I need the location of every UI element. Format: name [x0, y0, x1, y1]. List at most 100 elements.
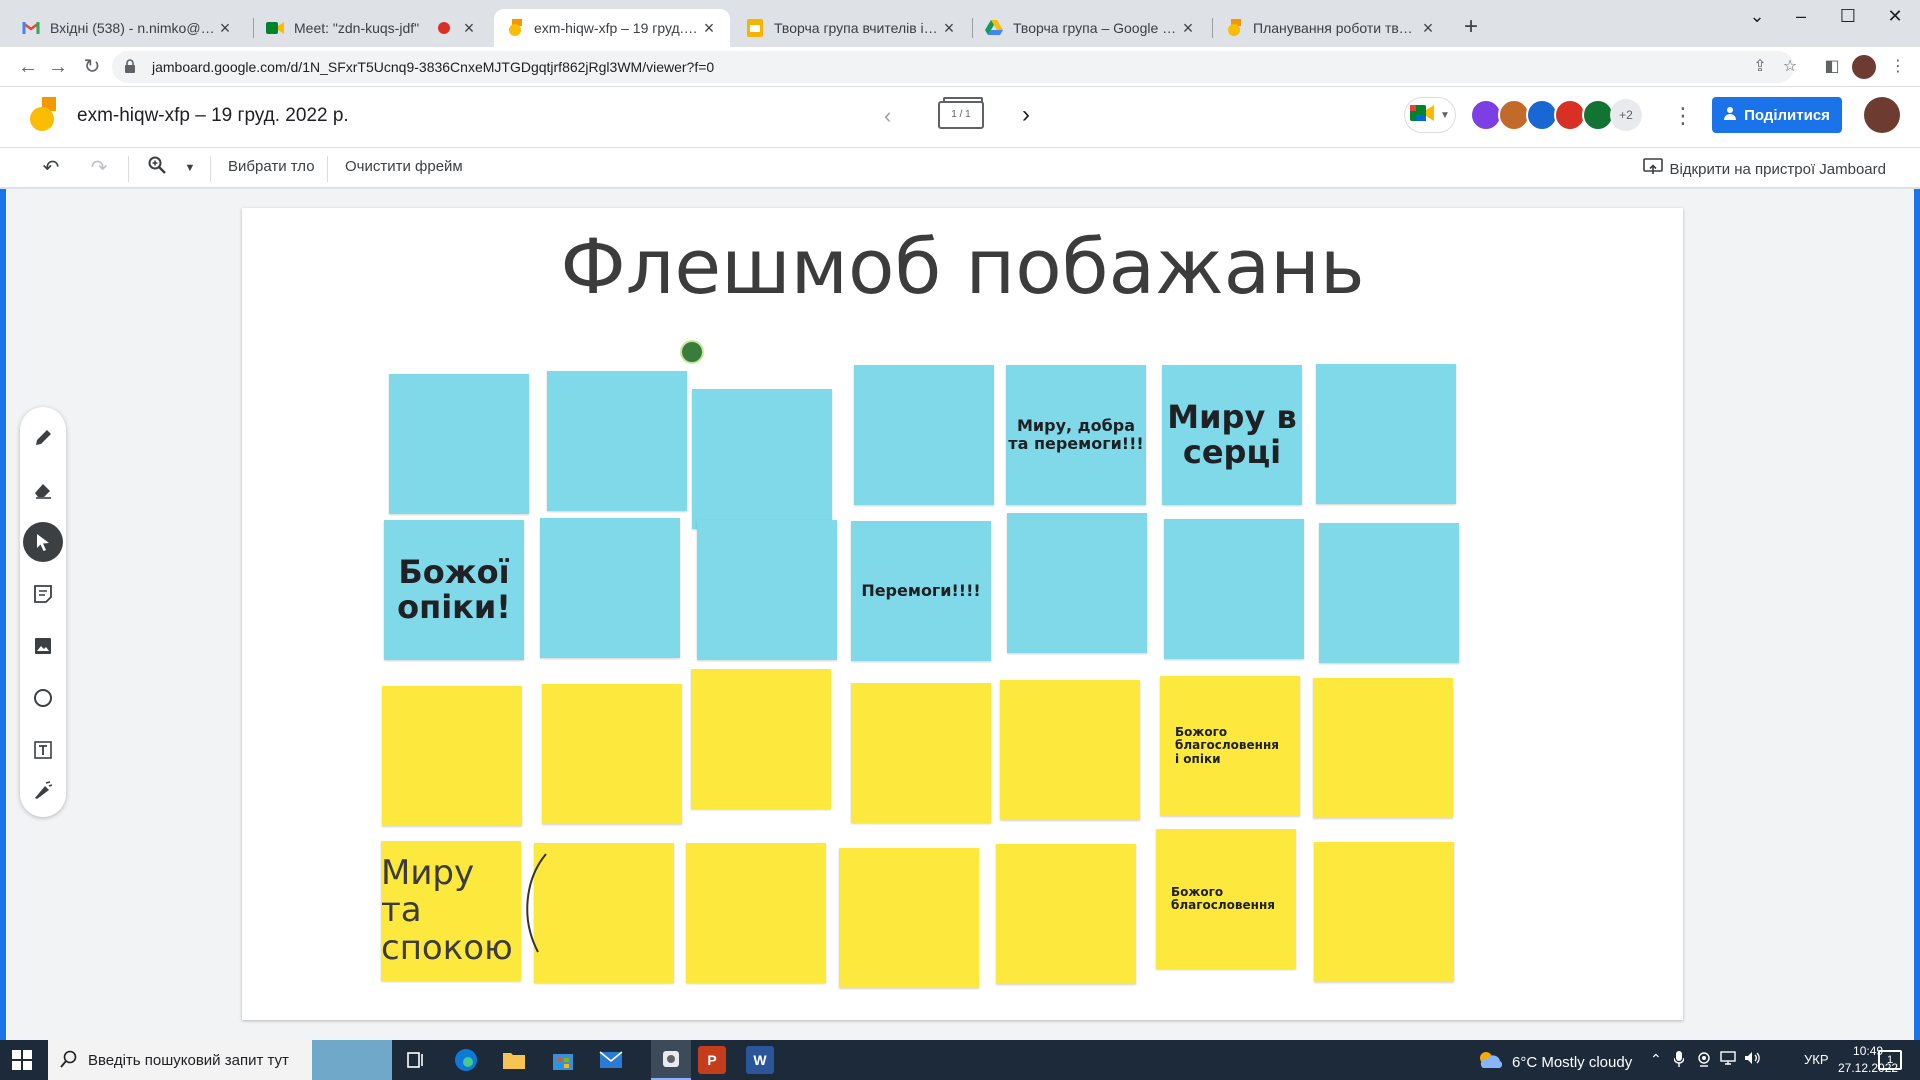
jam-frame[interactable]: Флешмоб побажань Миру, добра та перемоги… — [242, 208, 1683, 1020]
sticky-note-yellow[interactable] — [534, 843, 674, 983]
share-button[interactable]: Поділитися — [1712, 97, 1842, 133]
sticky-note-yellow[interactable] — [1000, 680, 1140, 820]
close-tab-icon[interactable]: × — [1419, 19, 1437, 37]
windows-start-icon[interactable] — [12, 1050, 32, 1070]
sticky-note-yellow[interactable] — [686, 843, 826, 983]
file-explorer-icon[interactable] — [500, 1046, 528, 1074]
notification-center-icon[interactable]: 1 — [1878, 1050, 1902, 1070]
taskbar-search-box[interactable]: Введіть пошуковий запит тут — [48, 1040, 392, 1080]
frame-counter[interactable]: 1 / 1 — [938, 97, 984, 129]
sticky-note-yellow[interactable] — [542, 684, 682, 824]
powerpoint-icon[interactable]: P — [698, 1046, 726, 1074]
network-icon[interactable] — [1720, 1051, 1736, 1068]
tab-jamboard-planning[interactable]: Планування роботи творчої гру × — [1213, 9, 1449, 47]
edge-browser-icon[interactable] — [452, 1046, 480, 1074]
sticky-note-blue[interactable] — [1316, 364, 1456, 504]
clear-frame-button[interactable]: Очистити фрейм — [345, 158, 463, 175]
bookmark-star-icon[interactable]: ☆ — [1778, 55, 1802, 79]
circle-shape-icon[interactable] — [26, 681, 60, 715]
open-on-device-button[interactable]: Відкрити на пристрої Jamboard — [1643, 158, 1886, 180]
sticky-note-yellow[interactable] — [996, 844, 1136, 984]
browser-menu-icon[interactable]: ⋮ — [1886, 55, 1910, 79]
tab-slides[interactable]: Творча група вчителів інформа × — [734, 9, 970, 47]
close-window-button[interactable]: ✕ — [1872, 6, 1918, 32]
sticky-note-yellow[interactable] — [1314, 842, 1454, 982]
weather-widget[interactable]: 6°C Mostly cloudy — [1478, 1051, 1632, 1073]
minimize-button[interactable]: – — [1778, 6, 1824, 32]
sticky-note-blue[interactable]: Миру, добра та перемоги!!! — [1006, 365, 1146, 505]
sticky-note-icon[interactable] — [26, 577, 60, 611]
close-tab-icon[interactable]: × — [460, 19, 478, 37]
image-icon[interactable] — [26, 629, 60, 663]
close-tab-icon[interactable]: × — [1179, 19, 1197, 37]
zoom-dropdown-icon[interactable]: ▼ — [177, 156, 203, 180]
close-tab-icon[interactable]: × — [216, 19, 234, 37]
pen-stroke[interactable] — [512, 848, 552, 958]
document-title[interactable]: exm-hiqw-xfp – 19 груд. 2022 р. — [77, 105, 349, 127]
volume-icon[interactable] — [1744, 1051, 1762, 1068]
task-view-icon[interactable] — [402, 1046, 430, 1074]
sticky-note-yellow[interactable]: Миру та спокою — [381, 841, 521, 981]
share-page-icon[interactable]: ⇪ — [1748, 55, 1772, 79]
more-participants-count[interactable]: +2 — [1610, 99, 1642, 131]
reload-icon[interactable]: ↻ — [78, 53, 106, 81]
new-tab-button[interactable]: + — [1458, 15, 1484, 41]
sticky-note-yellow[interactable] — [839, 848, 979, 988]
close-tab-icon[interactable]: × — [700, 19, 718, 37]
maximize-button[interactable]: ☐ — [1825, 6, 1871, 32]
active-app-jamboard-icon[interactable] — [651, 1040, 691, 1080]
undo-icon[interactable]: ↶ — [38, 156, 64, 180]
sticky-note-blue[interactable] — [854, 365, 994, 505]
tab-title: Meet: "zdn-kuqs-jdf" — [294, 20, 420, 36]
sticky-note-blue[interactable] — [540, 518, 680, 658]
sticky-note-blue[interactable] — [389, 374, 529, 514]
mail-icon[interactable] — [597, 1046, 625, 1074]
sticky-note-blue[interactable] — [697, 520, 837, 660]
word-icon[interactable]: W — [746, 1046, 774, 1074]
tab-meet[interactable]: Meet: "zdn-kuqs-jdf" × — [254, 9, 490, 47]
meet-present-button[interactable]: ▼ — [1404, 97, 1456, 133]
back-icon[interactable]: ← — [14, 53, 42, 81]
select-arrow-icon[interactable] — [23, 522, 63, 562]
sticky-note-blue[interactable] — [1164, 519, 1304, 659]
laser-icon[interactable] — [26, 773, 60, 807]
store-icon[interactable] — [549, 1046, 577, 1074]
previous-frame-icon[interactable]: ‹ — [884, 103, 891, 129]
sticky-note-blue[interactable] — [1007, 513, 1147, 653]
microphone-icon[interactable] — [1673, 1051, 1685, 1070]
close-tab-icon[interactable]: × — [940, 19, 958, 37]
redo-icon[interactable]: ↷ — [86, 156, 112, 180]
zoom-icon[interactable] — [144, 156, 170, 180]
sticky-note-blue[interactable] — [1319, 523, 1459, 663]
sticky-note-yellow[interactable] — [691, 669, 831, 809]
tab-gmail[interactable]: Вхідні (538) - n.nimko@ippo.edu × — [10, 9, 246, 47]
webcam-icon[interactable] — [1696, 1051, 1712, 1070]
tab-drive[interactable]: Творча група – Google Диск × — [973, 9, 1209, 47]
next-frame-icon[interactable]: › — [1022, 101, 1030, 129]
board-title-text[interactable]: Флешмоб побажань — [242, 222, 1683, 311]
set-background-button[interactable]: Вибрати тло — [228, 158, 315, 175]
sticky-note-yellow[interactable] — [1313, 678, 1453, 818]
pen-icon[interactable] — [26, 421, 60, 455]
side-panel-icon[interactable]: ◧ — [1820, 55, 1844, 79]
sticky-note-blue[interactable] — [547, 371, 687, 511]
text-box-icon[interactable] — [26, 733, 60, 767]
sticky-note-blue[interactable] — [692, 389, 832, 529]
input-language[interactable]: УКР — [1804, 1052, 1829, 1067]
account-avatar[interactable] — [1864, 97, 1900, 133]
sticky-note-blue[interactable]: Божої опіки! — [384, 520, 524, 660]
tab-search-chevron-icon[interactable]: ⌄ — [1734, 6, 1780, 32]
eraser-icon[interactable] — [26, 473, 60, 507]
tab-jamboard-active[interactable]: exm-hiqw-xfp – 19 груд. 2022 р. × — [494, 9, 730, 47]
chevron-up-icon[interactable]: ⌃ — [1650, 1051, 1662, 1068]
sticky-note-blue[interactable]: Перемоги!!!! — [851, 521, 991, 661]
sticky-note-yellow[interactable] — [851, 683, 991, 823]
sticky-note-yellow[interactable]: Божого благословення і опіки — [1160, 676, 1300, 816]
sticky-note-blue[interactable]: Миру в серці — [1162, 365, 1302, 505]
sticky-note-yellow[interactable]: Божого благословення — [1156, 829, 1296, 969]
forward-icon[interactable]: → — [44, 53, 72, 81]
more-options-icon[interactable]: ⋮ — [1672, 103, 1694, 129]
sticky-note-yellow[interactable] — [382, 686, 522, 826]
profile-avatar[interactable] — [1852, 55, 1876, 79]
address-bar[interactable]: jamboard.google.com/d/1N_SFxrT5Ucnq9-383… — [112, 51, 1794, 83]
